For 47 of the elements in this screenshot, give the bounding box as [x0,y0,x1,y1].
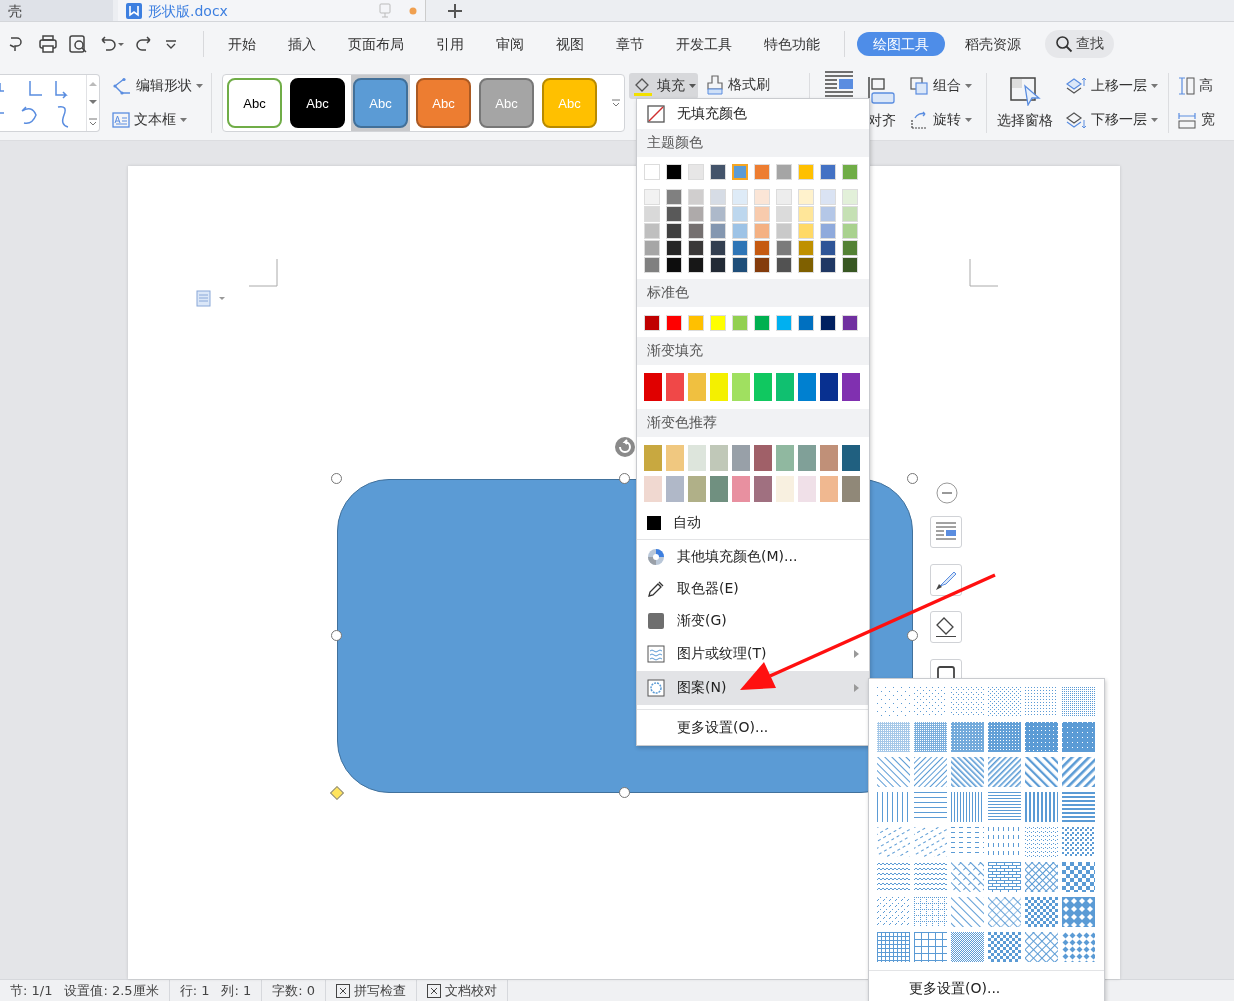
search-label: 查找 [1076,35,1104,53]
no-fill-item[interactable]: 无填充颜色 [637,99,869,129]
menu-tab[interactable]: 页面布局 [332,32,420,56]
document-tab[interactable]: 壳 [0,0,113,21]
send-backward-button[interactable]: 下移一层 [1063,108,1162,132]
status-toggle[interactable]: 拼写检查 [326,980,417,1001]
rotate-button[interactable]: 旋转 [907,108,981,132]
status-text: 设置值: 2.5厘米 [54,980,170,1001]
width-label: 宽 [1174,108,1234,132]
group-button[interactable]: 组合 [907,74,981,98]
shape-style[interactable]: Abc [227,78,282,128]
shape-style[interactable]: Abc [290,78,345,128]
status-text: 列: 1 [211,980,263,1001]
menu-item[interactable]: 图片或纹理(T) [637,637,869,671]
document-tab[interactable]: 形状版.docx [118,0,426,21]
auto-color-item[interactable]: 自动 [637,508,869,538]
menu-tab[interactable]: 开发工具 [660,32,748,56]
bring-forward-button[interactable]: 上移一层 [1063,74,1162,98]
status-text: 字数: 0 [262,980,326,1001]
text-box-button[interactable]: 文本框 [110,108,205,132]
menu-tab[interactable]: 引用 [420,32,480,56]
menu-tab[interactable]: 章节 [600,32,660,56]
status-text: 行: 1 [178,982,211,1000]
fill-button[interactable]: 填充 [628,73,698,99]
menu-item[interactable]: 图案(N) [637,671,869,705]
menu-tab[interactable]: 稻壳资源 [949,32,1037,56]
menu-item[interactable]: 渐变(G) [637,605,869,637]
menu-item[interactable]: 其他填充颜色(M)... [637,541,869,573]
status-text: 节: 1/1 [9,982,54,1000]
status-toggle[interactable]: 文档校对 [417,980,508,1001]
selection-pane-button[interactable]: 选择窗格 [993,76,1058,130]
section-heading: 标准色 [637,279,869,307]
menu-tab[interactable]: 审阅 [480,32,540,56]
menu-tab[interactable]: 插入 [272,32,332,56]
menu-item[interactable]: 取色器(E) [637,573,869,605]
section-heading: 渐变色推荐 [637,409,869,437]
edit-shape-button[interactable]: 编辑形状 [110,74,205,98]
menu-tab[interactable]: 特色功能 [748,32,836,56]
menu-tab[interactable]: 开始 [212,32,272,56]
section-heading: 主题颜色 [637,129,869,157]
height-label: 高 [1174,74,1234,98]
more-settings-item[interactable]: 更多设置(O)... [637,711,869,745]
section-heading: 渐变填充 [637,337,869,365]
search-button[interactable]: 查找 [1045,30,1114,58]
format-painter-button[interactable]: 格式刷 [703,73,772,97]
more-settings-item[interactable]: 更多设置(O)... [869,972,1011,1001]
menu-tab[interactable]: 视图 [540,32,600,56]
